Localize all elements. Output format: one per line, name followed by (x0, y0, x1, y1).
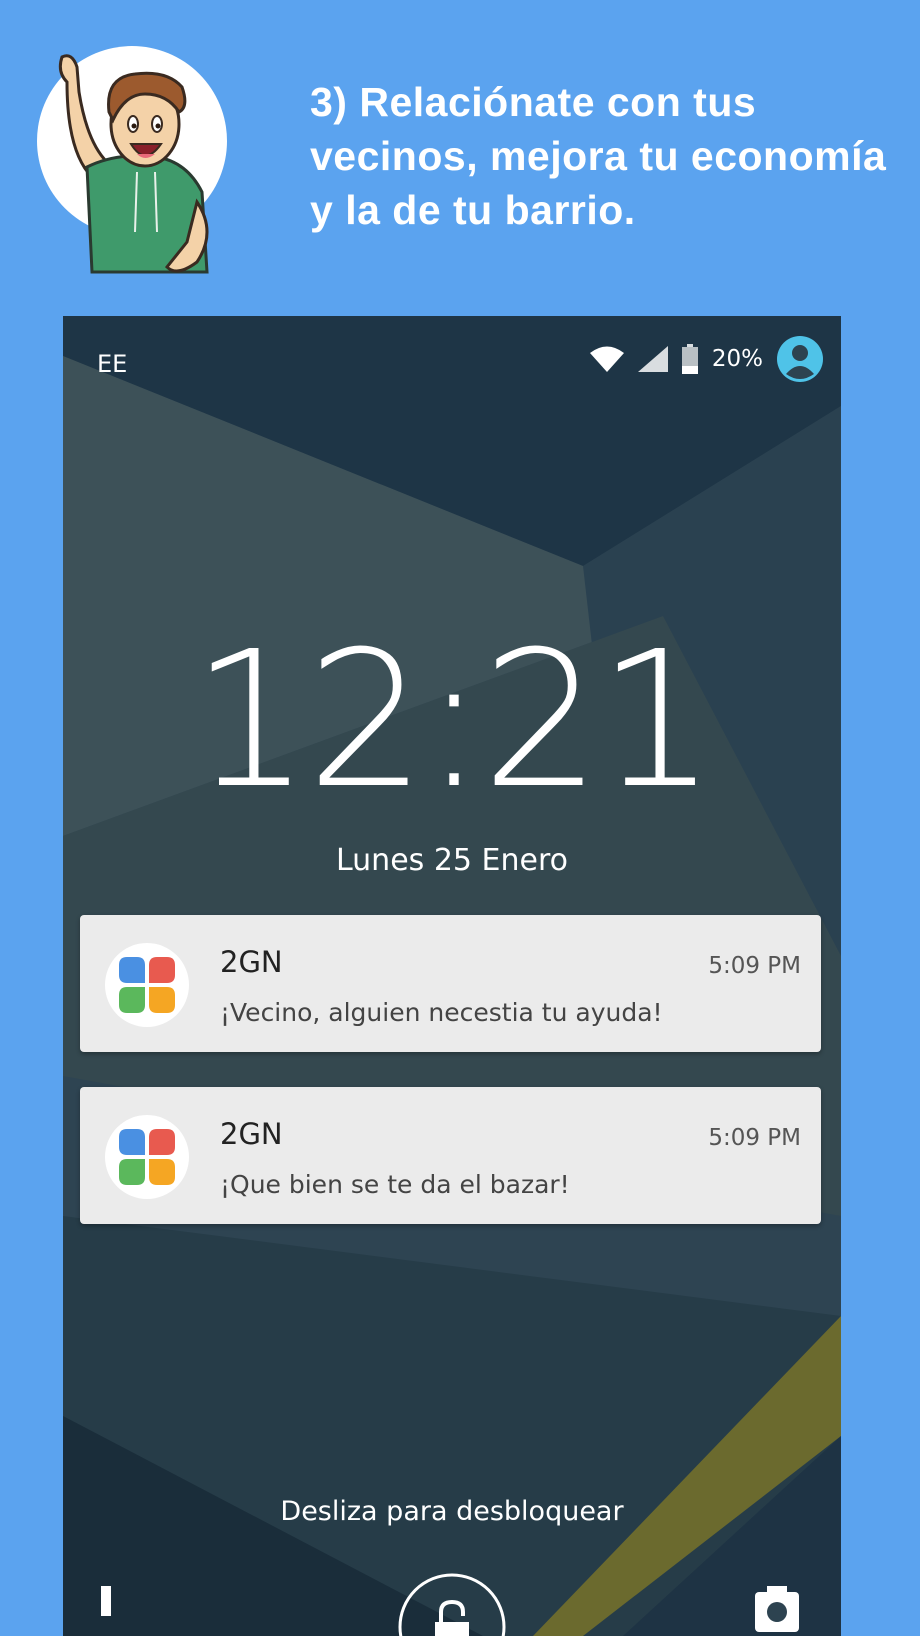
notification-app-name: 2GN (220, 1117, 283, 1151)
notification-card[interactable]: 2GN 5:09 PM ¡Que bien se te da el bazar! (80, 1087, 821, 1224)
waving-man-illustration (58, 54, 209, 274)
battery-percent: 20% (711, 346, 763, 372)
notification-time: 5:09 PM (708, 1125, 801, 1151)
notification-message: ¡Vecino, alguien necestia tu ayuda! (220, 998, 663, 1027)
lock-icon[interactable] (397, 1572, 507, 1636)
notification-card[interactable]: 2GN 5:09 PM ¡Vecino, alguien necestia tu… (80, 915, 821, 1052)
unlock-hint: Desliza para desbloquear (280, 1496, 624, 1527)
lockscreen-date: Lunes 25 Enero (335, 843, 568, 878)
lockscreen-clock: 12:21 (191, 611, 717, 830)
notification-time: 5:09 PM (708, 953, 801, 979)
user-avatar-icon[interactable] (777, 336, 823, 382)
app-icon-2gn (105, 943, 189, 1027)
camera-icon[interactable] (753, 1586, 801, 1636)
headline: 3) Relaciónate con tus vecinos, mejora t… (310, 79, 887, 233)
phone-icon[interactable] (97, 1586, 121, 1636)
wifi-icon (589, 346, 624, 372)
battery-icon (681, 344, 698, 374)
mascot-avatar (37, 46, 227, 274)
status-icons: 20% (589, 336, 823, 382)
lockscreen-shortcuts (63, 1573, 841, 1636)
signal-icon (637, 346, 668, 372)
notification-message: ¡Que bien se te da el bazar! (220, 1170, 570, 1199)
carrier-label: EE (97, 350, 128, 378)
app-icon-2gn (105, 1115, 189, 1199)
lockscreen: EE 20% 12:21 Lunes 25 Enero 2GN 5:09 PM … (63, 316, 841, 1636)
notification-app-name: 2GN (220, 945, 283, 979)
